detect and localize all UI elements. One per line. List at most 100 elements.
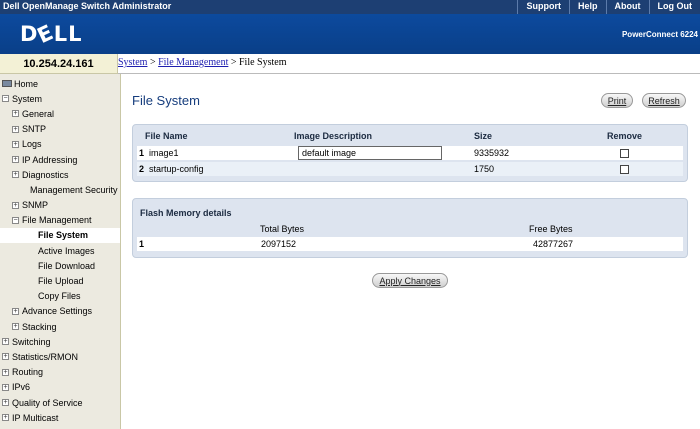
sidebar-item-label: SNMP — [22, 200, 49, 211]
free-bytes-value: 42877267 — [533, 239, 574, 249]
expand-icon[interactable]: + — [12, 201, 19, 209]
expand-icon[interactable]: + — [12, 110, 19, 118]
sidebar-item-label: File Download — [38, 260, 96, 271]
sidebar-item-management-security[interactable]: Management Security — [0, 182, 120, 197]
flash-header-row: Total Bytes Free Bytes — [137, 223, 683, 237]
sidebar-item-quality-of-service[interactable]: + Quality of Service — [0, 395, 120, 410]
dell-logo: DELL — [20, 19, 83, 49]
sidebar-item-label: Management Security — [30, 184, 118, 195]
sidebar-item-routing[interactable]: + Routing — [0, 365, 120, 380]
flash-memory-panel: Flash Memory details Total Bytes Free By… — [132, 198, 688, 258]
col-free-bytes: Free Bytes — [529, 224, 573, 234]
title-bar: Dell OpenManage Switch Administrator Sup… — [0, 0, 700, 14]
sidebar-item-statistics-rmon[interactable]: + Statistics/RMON — [0, 349, 120, 364]
page-title: File System — [132, 93, 200, 108]
expand-icon[interactable]: + — [2, 338, 9, 346]
table-row: 1 2097152 42877267 — [137, 237, 683, 251]
remove-checkbox[interactable] — [620, 165, 629, 174]
about-link[interactable]: About — [605, 0, 649, 14]
expand-icon[interactable]: + — [2, 368, 9, 376]
expand-icon[interactable]: + — [12, 171, 19, 179]
flash-memory-title: Flash Memory details — [140, 208, 232, 218]
sidebar-item-label: SNTP — [22, 124, 47, 135]
total-bytes-value: 2097152 — [261, 239, 297, 249]
expand-icon[interactable]: + — [12, 125, 19, 133]
sidebar-item-file-upload[interactable]: File Upload — [0, 273, 120, 288]
sidebar-item-active-images[interactable]: Active Images — [0, 243, 120, 258]
sidebar-item-file-system[interactable]: File System — [0, 227, 120, 244]
sidebar-item-label: Routing — [12, 367, 44, 378]
sidebar-item-ipv6[interactable]: + IPv6 — [0, 380, 120, 395]
support-link[interactable]: Support — [517, 0, 569, 14]
logout-link[interactable]: Log Out — [648, 0, 700, 14]
collapse-icon[interactable]: − — [12, 216, 19, 224]
expand-icon[interactable]: + — [12, 323, 19, 331]
sidebar-item-general[interactable]: + General — [0, 106, 120, 121]
expand-icon[interactable]: + — [2, 383, 9, 391]
file-name: startup-config — [149, 164, 204, 174]
print-button[interactable]: Print — [601, 93, 633, 108]
expand-icon[interactable]: + — [2, 414, 9, 422]
file-name: image1 — [149, 148, 179, 158]
table-row: 2 startup-config 1750 — [137, 162, 683, 176]
sidebar-item-file-management[interactable]: − File Management — [0, 213, 120, 228]
expand-icon[interactable]: + — [2, 399, 9, 407]
sidebar-item-label: IP Addressing — [22, 154, 78, 165]
ip-address: 10.254.24.161 — [0, 54, 118, 74]
sidebar-item-label: File Management — [22, 215, 92, 226]
sidebar-item-switching[interactable]: + Switching — [0, 334, 120, 349]
row-index: 1 — [139, 239, 145, 249]
sidebar-item-ip-addressing[interactable]: + IP Addressing — [0, 152, 120, 167]
col-image-description: Image Description — [294, 131, 373, 141]
row-index: 2 — [139, 164, 145, 174]
sidebar-item-sntp[interactable]: + SNTP — [0, 122, 120, 137]
expand-icon[interactable]: + — [12, 140, 19, 148]
nav-tree: Home − System + General + SNTP + Logs + IP Address… — [0, 74, 120, 425]
breadcrumb-system[interactable]: System — [118, 57, 147, 68]
sidebar-item-home[interactable]: Home — [0, 76, 120, 91]
file-table-panel: File Name Image Description Size Remove … — [132, 124, 688, 182]
table-row: 1 image1 default image 9335932 — [137, 146, 683, 160]
col-total-bytes: Total Bytes — [260, 224, 305, 234]
model-name: PowerConnect 6224 — [621, 30, 698, 39]
sidebar-item-label: General — [22, 108, 55, 119]
sidebar-item-file-download[interactable]: File Download — [0, 258, 120, 273]
sidebar-item-label: Quality of Service — [12, 397, 83, 408]
sidebar-item-label: IPv6 — [12, 382, 31, 393]
sidebar-item-copy-files[interactable]: Copy Files — [0, 289, 120, 304]
sidebar-item-snmp[interactable]: + SNMP — [0, 198, 120, 213]
sidebar-item-label: System — [12, 93, 43, 104]
help-link[interactable]: Help — [568, 0, 606, 14]
collapse-icon[interactable]: − — [2, 95, 9, 103]
expand-icon[interactable]: + — [2, 353, 9, 361]
sidebar-item-label: File Upload — [38, 276, 84, 287]
sidebar-item-stacking[interactable]: + Stacking — [0, 319, 120, 334]
sidebar-item-diagnostics[interactable]: + Diagnostics — [0, 167, 120, 182]
apply-changes-button[interactable]: Apply Changes — [372, 273, 448, 288]
sidebar-item-label: Stacking — [22, 321, 57, 332]
col-file-name: File Name — [145, 131, 188, 141]
app-title: Dell OpenManage Switch Administrator — [3, 1, 172, 11]
expand-icon[interactable]: + — [12, 156, 19, 164]
main-content: File System Print Refresh File Name Imag… — [121, 75, 700, 429]
file-size: 9335932 — [474, 148, 510, 158]
sidebar-item-logs[interactable]: + Logs — [0, 137, 120, 152]
sidebar-item-label: Diagnostics — [22, 169, 69, 180]
breadcrumb-file-management[interactable]: File Management — [158, 57, 228, 68]
breadcrumb: System > File Management > File System — [118, 54, 700, 74]
breadcrumb-sep: > — [149, 57, 156, 68]
sidebar-item-label: Statistics/RMON — [12, 351, 79, 362]
expand-icon[interactable]: + — [12, 307, 19, 315]
home-icon — [2, 80, 12, 88]
image-description-input[interactable]: default image — [298, 146, 442, 160]
refresh-button[interactable]: Refresh — [642, 93, 686, 108]
sidebar-item-advance-settings[interactable]: + Advance Settings — [0, 304, 120, 319]
top-links: Support Help About Log Out — [517, 0, 700, 14]
sidebar-item-ip-multicast[interactable]: + IP Multicast — [0, 410, 120, 425]
remove-checkbox[interactable] — [620, 149, 629, 158]
sidebar-item-system[interactable]: − System — [0, 91, 120, 106]
breadcrumb-current: File System — [239, 57, 287, 68]
row-index: 1 — [139, 148, 145, 158]
file-size: 1750 — [474, 164, 495, 174]
sidebar-item-label: Active Images — [38, 245, 95, 256]
